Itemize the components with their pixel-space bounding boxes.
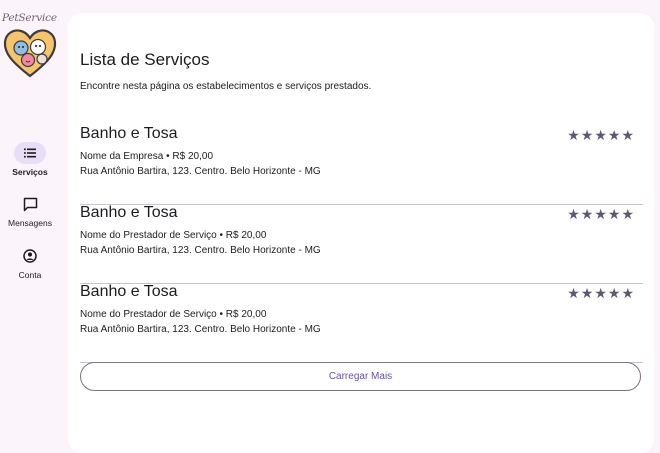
services-card: Lista de Serviços Encontre nesta página … [68, 13, 654, 453]
rating-stars: ★★★★★ [567, 206, 635, 222]
nav-label-conta: Conta [18, 270, 42, 280]
service-provider-price: Nome da Empresa • R$ 20,00 [80, 151, 214, 162]
pet-heart-logo-icon [3, 29, 57, 78]
brand-name: PetService [2, 12, 57, 24]
service-address: Rua Antônio Bartira, 123. Centro. Belo H… [80, 324, 321, 335]
service-provider-price: Nome do Prestador de Serviço • R$ 20,00 [80, 230, 267, 241]
account-icon [23, 249, 37, 263]
service-title: Banho e Tosa [80, 283, 178, 300]
rating-stars: ★★★★★ [567, 285, 635, 301]
nav-label-servicos: Serviços [12, 167, 48, 177]
service-list-item[interactable]: Banho e Tosa ★★★★★ Nome da Empresa • R$ … [80, 125, 643, 205]
navigation-rail: PetService Serviços Mensagens Conta [0, 0, 60, 439]
service-list-item[interactable]: Banho e Tosa ★★★★★ Nome do Prestador de … [80, 204, 643, 284]
chat-icon [23, 197, 37, 211]
service-address: Rua Antônio Bartira, 123. Centro. Belo H… [80, 166, 321, 177]
service-provider-price: Nome do Prestador de Serviço • R$ 20,00 [80, 309, 267, 320]
service-address: Rua Antônio Bartira, 123. Centro. Belo H… [80, 245, 321, 256]
nav-item-conta[interactable]: Conta [0, 245, 60, 280]
service-list-item[interactable]: Banho e Tosa ★★★★★ Nome do Prestador de … [80, 283, 643, 363]
service-title: Banho e Tosa [80, 204, 178, 221]
page-subtitle: Encontre nesta página os estabelecimento… [80, 81, 372, 92]
load-more-button[interactable]: Carregar Mais [80, 362, 641, 391]
rating-stars: ★★★★★ [567, 127, 635, 143]
nav-item-mensagens[interactable]: Mensagens [0, 193, 60, 228]
service-title: Banho e Tosa [80, 125, 178, 142]
brand-logo: PetService [0, 12, 60, 82]
page-title: Lista de Serviços [80, 50, 210, 69]
nav-item-servicos[interactable]: Serviços [0, 142, 60, 177]
nav-label-mensagens: Mensagens [8, 218, 52, 228]
nav-active-indicator [14, 142, 46, 164]
list-icon [24, 148, 36, 158]
